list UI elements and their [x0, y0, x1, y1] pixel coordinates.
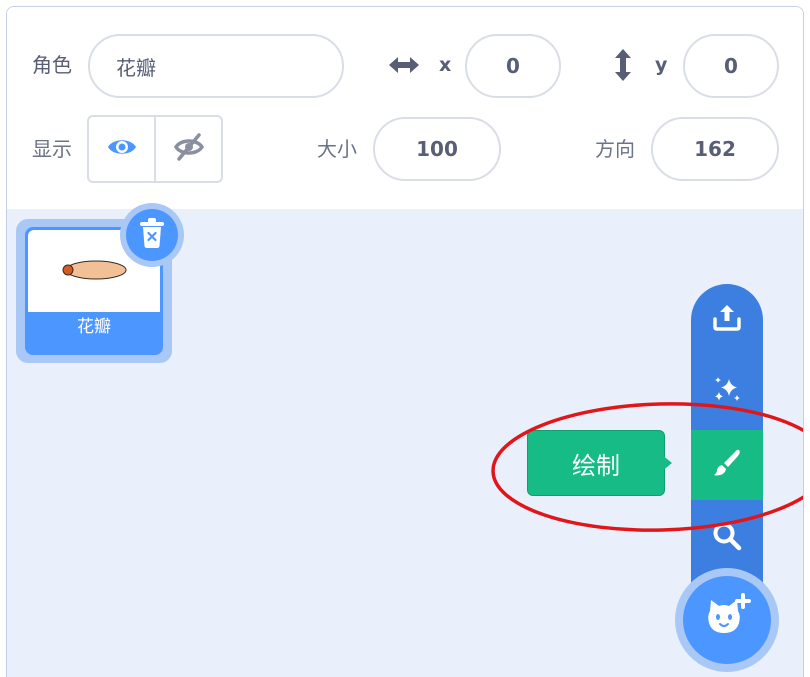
size-value: 100 [416, 137, 458, 161]
sprite-name-value: 花瓣 [116, 55, 156, 80]
paint-tooltip-text: 绘制 [572, 451, 620, 480]
show-label: 显示 [32, 137, 72, 161]
sprite-pane-frame: 角色 花瓣 x 0 y 0 显示 大小 100 方向 162 花瓣 绘制 [6, 6, 804, 677]
x-label: x [439, 54, 452, 76]
paintbrush-icon [711, 447, 743, 483]
y-input[interactable]: 0 [683, 34, 779, 98]
upload-sprite-button[interactable] [691, 284, 763, 354]
delete-sprite-button[interactable] [126, 209, 178, 261]
y-label: y [655, 54, 668, 76]
choose-sprite-button[interactable] [691, 503, 763, 573]
x-arrows-icon [387, 53, 421, 81]
x-input[interactable]: 0 [465, 34, 561, 98]
x-value: 0 [506, 54, 520, 78]
visibility-toggle [87, 115, 223, 183]
direction-label: 方向 [595, 137, 635, 161]
direction-input[interactable]: 162 [651, 117, 779, 181]
paint-tooltip: 绘制 [527, 430, 665, 496]
hide-button[interactable] [154, 117, 221, 181]
direction-value: 162 [694, 137, 736, 161]
sprite-info-panel: 角色 花瓣 x 0 y 0 显示 大小 100 方向 162 [7, 7, 803, 210]
show-button[interactable] [89, 117, 154, 181]
surprise-button[interactable] [691, 357, 763, 427]
paint-sprite-button[interactable] [691, 430, 763, 500]
cat-plus-icon [702, 593, 752, 647]
size-label: 大小 [317, 137, 357, 161]
search-icon [712, 521, 742, 555]
upload-icon [712, 302, 742, 336]
sprite-label: 角色 [32, 53, 72, 77]
add-sprite-button[interactable] [683, 576, 771, 664]
y-value: 0 [724, 54, 738, 78]
eye-slash-icon [173, 132, 205, 166]
trash-icon [139, 218, 165, 252]
sprite-list-pane: 花瓣 绘制 [7, 203, 803, 677]
sprite-tile-label: 花瓣 [77, 317, 111, 337]
sprite-name-input[interactable]: 花瓣 [88, 34, 344, 98]
eye-icon [106, 135, 138, 163]
size-input[interactable]: 100 [373, 117, 501, 181]
sparkle-icon [711, 374, 743, 410]
y-arrows-icon [611, 47, 635, 87]
tooltip-arrow [661, 454, 672, 472]
